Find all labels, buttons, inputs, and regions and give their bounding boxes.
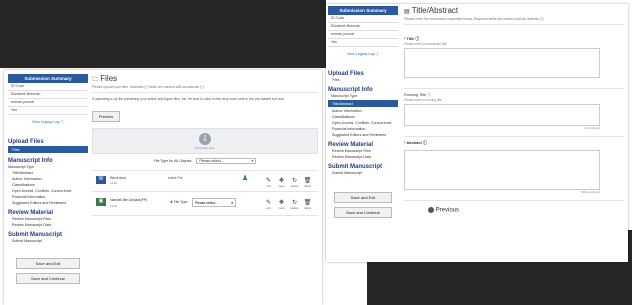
view-legacy-link[interactable]: View Legacy Log ⓘ [8,120,88,125]
chevron-down-icon: ▾ [231,201,233,205]
file-type-row: File Type for All Objects: Please select… [92,158,318,164]
summary-rows: ID Code Elizabeth Brennan rennan.journal… [8,83,88,115]
nav-title-abstract-label: Title/Abstract [328,100,398,107]
file-type-text: article File [168,176,183,180]
replace-icon[interactable]: ↻ replace [288,178,301,190]
person-icon: ♟ [242,175,249,182]
files-sidebar: Submission Summary ID Code Elizabeth Bre… [8,74,88,284]
file-type-dropdown-value: Please select... [195,201,218,205]
file-row: ▣ Intashell-title-Uploads(PP) 11 kb ✱ Fi… [92,192,318,216]
nav-submit-manuscript[interactable]: Submit Manuscript [328,170,398,176]
title-field-hint: Please enter a manuscript title [404,42,447,46]
running-title-counter: 0 words left [584,126,600,130]
files-description: If uploading a zip file containing your … [92,97,285,101]
summary-row: ID Code [328,15,398,23]
nav-submit-manuscript[interactable]: Submit Manuscript [8,238,88,244]
files-screenshot: Submission Summary ID Code Elizabeth Bre… [4,70,322,305]
running-title-hint: Please enter a running title [404,98,442,102]
files-page-title: 🗀 Files [92,74,318,83]
previous-label: Previous [435,207,460,214]
title-main: ▤ Title/Abstract Please enter the inform… [404,6,624,214]
nav-suggested-editors[interactable]: Suggested Editors and Reviewers [328,132,398,138]
file-row: W Word.docx 11 kb article File ♟ ✎ edit ✥ m… [92,170,318,192]
file-type-field-label: File Type [173,200,188,204]
move-icon[interactable]: ✥ move [275,200,288,212]
submission-summary-title: Submission Summary [328,6,398,15]
nav-review-data[interactable]: Review Manuscript Data [328,154,398,160]
edit-icon[interactable]: ✎ edit [262,178,275,190]
title-subtitle: Please enter the information requested b… [404,17,545,21]
nav-files-label: Files [8,146,88,153]
chevron-down-icon: ▾ [251,159,254,163]
file-name: Intashell-title-Uploads(PP) [110,198,148,202]
file-type-dropdown[interactable]: Please select... ▾ [192,198,236,207]
previous-button[interactable]: Previous [428,207,624,214]
word-file-icon: W [96,176,106,184]
dark-background-top [0,0,326,68]
summary-row: rennan.journal [328,31,398,39]
nav-review-data[interactable]: Review Manuscript Data [8,222,88,228]
summary-rows: ID Code Elizabeth Brennan rennan.journal… [328,15,398,47]
title-page-title-text: Title/Abstract [411,6,459,15]
summary-row: rennan.journal [8,99,88,107]
file-size: 11 kb [110,181,118,185]
file-type-field: ✱ File Type [170,200,188,204]
save-continue-button[interactable]: Save and Continue [334,207,392,218]
summary-row: ID Code [8,83,88,91]
title-input[interactable] [404,48,600,78]
edit-icon[interactable]: ✎ edit [262,200,275,212]
title-sidebar: Submission Summary ID Code Elizabeth Bre… [328,6,398,218]
save-exit-button[interactable]: Save and Exit [334,192,392,203]
nav-suggested-editors[interactable]: Suggested Editors and Reviewers [8,200,88,206]
title-abstract-screenshot: Submission Summary ID Code Elizabeth Bre… [326,4,628,262]
file-type-label: File Type for All Objects: [153,159,193,163]
view-legacy-link[interactable]: View Legacy Log ⓘ [328,52,398,57]
delete-icon[interactable]: 🗑 delete [301,200,314,212]
abstract-input[interactable] [404,150,600,190]
dropzone-label: Drop files here [195,146,215,150]
save-continue-button[interactable]: Save and Continue [16,273,80,284]
drop-zone[interactable]: ⇩ Drop files here [92,128,318,154]
replace-icon[interactable]: ↻ replace [288,200,301,212]
abstract-counter: 500 words left [581,190,600,194]
summary-row: Yes [8,107,88,115]
file-size: 11 kb [110,204,118,208]
summary-row: Elizabeth Brennan [8,91,88,99]
files-subtitle: Please upload your files. Asterisks (*) … [92,85,205,89]
summary-row: Yes [328,39,398,47]
delete-icon[interactable]: 🗑 delete [301,178,314,190]
abstract-label: * Abstract ⓘ [404,141,427,145]
title-page-title: ▤ Title/Abstract [404,6,624,15]
running-title-input[interactable] [404,104,600,126]
files-main: 🗀 Files Please upload your files. Asteri… [92,74,318,216]
upload-icon: ⇩ [199,133,211,145]
nav-title-abstract[interactable]: Title/Abstract [328,99,398,108]
document-icon: ▤ [404,9,410,15]
file-type-select-value: Please select... [199,159,224,163]
nav-files[interactable]: Files [328,77,398,83]
files-icon: 🗀 [92,77,99,83]
files-title-text: Files [100,74,118,83]
preview-button[interactable]: Preview [92,111,120,122]
previous-arrow-icon [428,207,434,213]
nav-files[interactable]: Files [8,145,88,154]
summary-row: Elizabeth Brennan [328,23,398,31]
file-actions: ✎ edit ✥ move ↻ replace 🗑 delete [262,174,318,192]
image-file-icon: ▣ [96,198,106,206]
file-actions: ✎ edit ✥ move ↻ replace 🗑 delete [262,196,318,214]
submission-summary-title: Submission Summary [8,74,88,83]
file-type-select[interactable]: Please select... ▾ [196,158,257,164]
save-exit-button[interactable]: Save and Exit [16,258,80,269]
move-icon[interactable]: ✥ move [275,178,288,190]
file-name: Word.docx [110,176,127,180]
